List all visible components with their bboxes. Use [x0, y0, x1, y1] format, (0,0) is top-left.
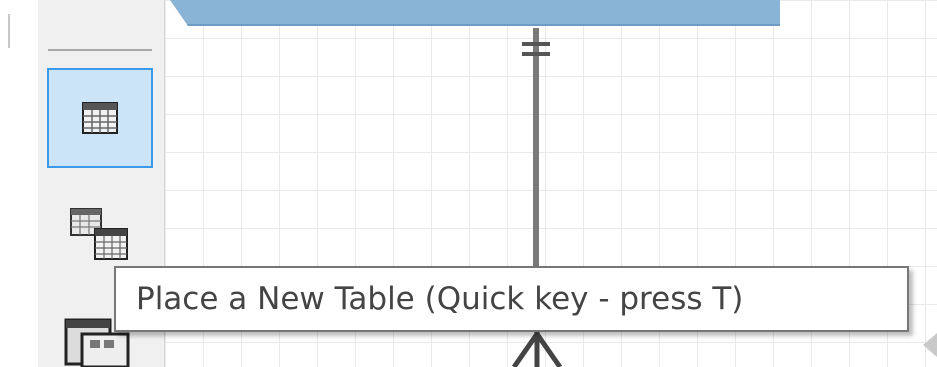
- connector-cardinality-bar: [522, 42, 550, 46]
- tooltip-text: Place a New Table (Quick key - press T): [136, 281, 744, 317]
- connector-cardinality-bar: [522, 52, 550, 56]
- resize-grip-icon[interactable]: [919, 333, 937, 363]
- panel-edge-tick: [8, 14, 10, 48]
- tooltip: Place a New Table (Quick key - press T): [114, 266, 909, 332]
- left-panel-edge: [0, 0, 38, 367]
- table-grid-icon: [82, 102, 118, 134]
- view-tables-icon: [70, 208, 128, 260]
- new-table-tool-button[interactable]: [47, 68, 153, 168]
- relationship-connector-line[interactable]: [533, 28, 539, 278]
- toolbar-divider: [48, 49, 152, 51]
- crows-foot-icon: [511, 328, 563, 367]
- table-header-bar[interactable]: [170, 0, 780, 26]
